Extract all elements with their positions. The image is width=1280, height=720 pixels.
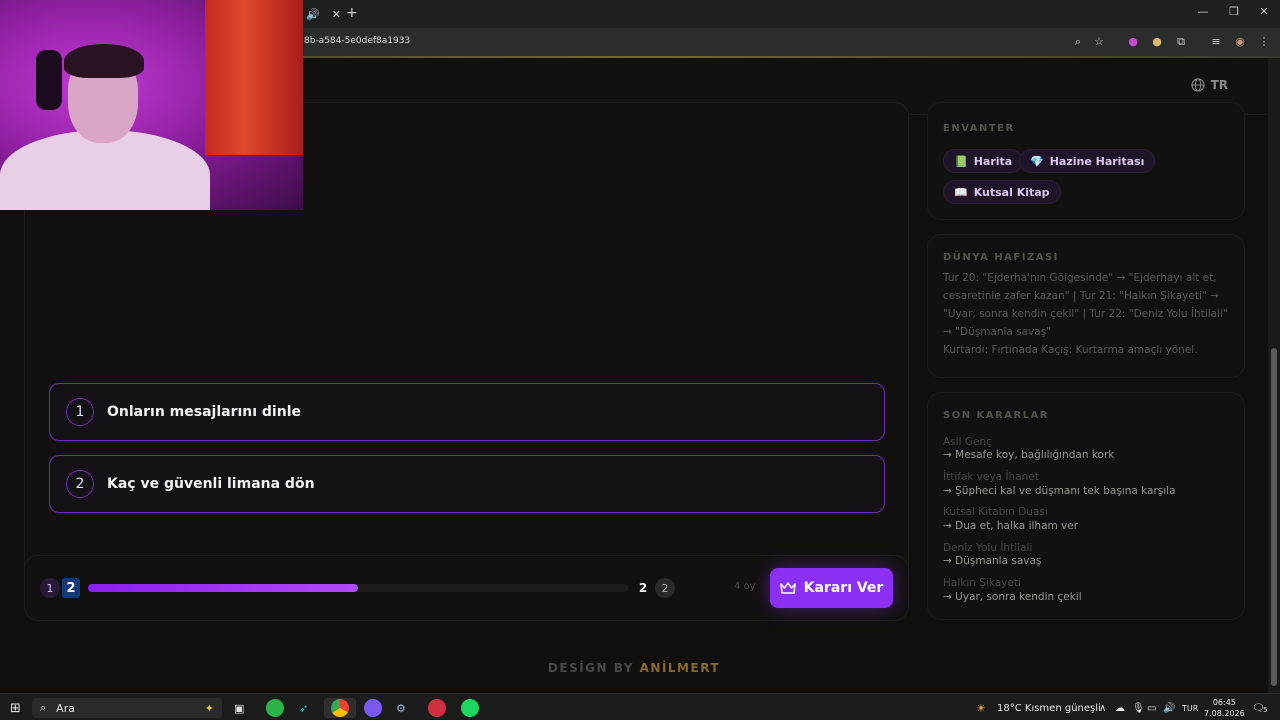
choice-text: Onların mesajlarını dinle <box>107 404 301 420</box>
tray-cloud-icon[interactable]: ☁ <box>1115 698 1125 718</box>
memory-text: Tur 20: "Ejderha'nın Gölgesinde" → "Ejde… <box>943 269 1233 359</box>
memory-history: Tur 20: "Ejderha'nın Gölgesinde" → "Ejde… <box>943 272 1228 338</box>
decision-question: Deniz Yolu İhtilali <box>943 542 1033 554</box>
extension-icon[interactable]: ● <box>1125 34 1141 50</box>
windows-taskbar: ⊞ ⌕ Ara ✦ ▣ ➶ ⚙ ☀ 18°C Kısmen güneşli ∧ … <box>0 693 1280 720</box>
crown-icon <box>779 582 796 594</box>
memory-rescue: Kurtardı: Fırtınada Kaçış: Kurtarma amaç… <box>943 344 1198 356</box>
input-language[interactable]: TUR <box>1182 698 1198 718</box>
webcam-curtain <box>205 0 303 155</box>
map-icon: 📗 <box>954 154 968 168</box>
footer-credit: DESİGN BY ANİLMERT <box>0 661 1268 675</box>
decisions-title: SON KARARLAR <box>943 410 1049 421</box>
decide-button-label: Kararı Ver <box>803 580 884 596</box>
bookmark-star-icon[interactable]: ☆ <box>1091 34 1107 50</box>
inventory-item-label: Kutsal Kitap <box>973 185 1050 199</box>
footer-author: ANİLMERT <box>639 661 721 675</box>
decision-question: Halkın Şikayeti <box>943 577 1021 589</box>
decision-answer: → Uyar, sonra kendin çekil <box>943 591 1082 603</box>
volume-icon[interactable]: 🔊 <box>1163 698 1175 718</box>
profile-avatar-icon[interactable]: ◉ <box>1232 34 1248 50</box>
media-queue-icon[interactable]: ≡ <box>1208 34 1224 50</box>
step-start: 1 <box>40 578 60 598</box>
app-icon-green[interactable] <box>266 699 284 717</box>
memory-title: DÜNYA HAFIZASI <box>943 252 1059 263</box>
step-end-label: 2 <box>638 581 648 595</box>
decision-answer: → Dua et, halka ilham ver <box>943 520 1079 532</box>
close-window-icon[interactable]: ✕ <box>1254 5 1274 18</box>
inventory-item[interactable]: 💎 Hazine Haritası <box>1019 149 1156 173</box>
vote-count: 4 oy <box>734 581 756 592</box>
extension-icon-2[interactable]: ● <box>1149 34 1165 50</box>
tab-close-icon[interactable]: ✕ <box>332 8 341 21</box>
book-icon: 📖 <box>954 185 968 199</box>
choice-number: 2 <box>66 470 94 498</box>
steam-icon[interactable]: ⚙ <box>396 698 406 718</box>
chrome-icon <box>331 699 349 717</box>
new-tab-button[interactable]: + <box>346 5 358 21</box>
decision-question: İttifak veya İhanet <box>943 471 1039 483</box>
webcam-person-hair <box>64 44 144 78</box>
choice-option-1[interactable]: 1 Onların mesajlarını dinle <box>49 383 885 441</box>
globe-icon <box>1190 78 1205 92</box>
inventory-panel: ENVANTER 📗 Harita 💎 Hazine Haritası 📖 Ku… <box>927 102 1245 220</box>
step-end: 2 <box>655 578 675 598</box>
footer-prefix: DESİGN BY <box>547 661 640 675</box>
choice-number: 1 <box>66 398 94 426</box>
taskbar-search-label: Ara <box>56 701 75 715</box>
task-view-icon[interactable]: ▣ <box>234 698 244 718</box>
webcam-headphone <box>36 50 62 110</box>
sparkle-icon: ✦ <box>204 701 214 715</box>
speaker-icon[interactable]: 🔊 <box>306 8 320 21</box>
vote-progress-bar <box>88 584 628 592</box>
inventory-item-label: Hazine Haritası <box>1049 154 1145 168</box>
minimize-icon[interactable]: — <box>1193 5 1213 18</box>
notification-count: 5 <box>1263 706 1268 714</box>
microphone-icon[interactable]: 🎙 <box>1132 698 1145 718</box>
scrollbar-thumb[interactable] <box>1271 348 1277 686</box>
decision-question: Asil Genç <box>943 436 992 448</box>
recent-decisions-panel: SON KARARLAR Asil Genç → Mesafe koy, bağ… <box>927 392 1245 620</box>
vote-progress-fill <box>88 584 358 592</box>
clock-time: 06:45 <box>1212 698 1236 707</box>
world-memory-panel: DÜNYA HAFIZASI Tur 20: "Ejderha'nın Gölg… <box>927 234 1245 378</box>
network-icon[interactable]: ▭ <box>1147 698 1156 718</box>
restore-icon[interactable]: ❐ <box>1224 5 1244 18</box>
app-icon-red[interactable] <box>428 699 446 717</box>
browser-menu-icon[interactable]: ⋮ <box>1256 34 1272 50</box>
url-text[interactable]: 8b-a584-5e0def8a1933 <box>304 36 410 46</box>
clock[interactable]: 06:45 7.08.2026 <box>1204 695 1245 720</box>
choice-option-2[interactable]: 2 Kaç ve güvenli limana dön <box>49 455 885 513</box>
tray-chevron-icon[interactable]: ∧ <box>1099 698 1106 718</box>
extensions-puzzle-icon[interactable]: ⧉ <box>1173 34 1189 50</box>
clock-date: 7.08.2026 <box>1204 709 1245 718</box>
webcam-overlay <box>0 0 303 210</box>
zoom-icon[interactable]: ⌕ <box>1070 34 1086 50</box>
decide-button[interactable]: Kararı Ver <box>770 568 893 608</box>
decision-answer: → Mesafe koy, bağlılığından kork <box>943 449 1115 461</box>
gem-icon: 💎 <box>1030 154 1044 168</box>
taskbar-search[interactable]: ⌕ Ara ✦ <box>32 698 222 718</box>
inventory-title: ENVANTER <box>943 123 1015 134</box>
decision-answer: → Şüpheci kal ve düşmanı tek başına karş… <box>943 485 1176 497</box>
choice-text: Kaç ve güvenli limana dön <box>107 476 315 492</box>
windows-start-icon[interactable]: ⊞ <box>10 698 21 718</box>
step-current: 2 <box>62 578 80 598</box>
language-label: TR <box>1210 78 1228 92</box>
search-icon: ⌕ <box>40 701 47 714</box>
spotify-icon[interactable] <box>461 699 479 717</box>
chrome-taskbar-button[interactable] <box>324 698 356 718</box>
weather-icon[interactable]: ☀ <box>976 698 986 718</box>
app-icon-bird[interactable]: ➶ <box>299 698 308 718</box>
decision-question: Kutsal Kitabın Duası <box>943 506 1048 518</box>
inventory-item[interactable]: 📖 Kutsal Kitap <box>943 180 1061 204</box>
discord-icon[interactable] <box>364 699 382 717</box>
inventory-item-label: Harita <box>973 154 1013 168</box>
language-switch[interactable]: TR <box>1190 78 1228 92</box>
inventory-item[interactable]: 📗 Harita <box>943 149 1024 173</box>
weather-text[interactable]: 18°C Kısmen güneşli <box>997 698 1101 718</box>
decision-answer: → Düşmanla savaş <box>943 555 1042 567</box>
